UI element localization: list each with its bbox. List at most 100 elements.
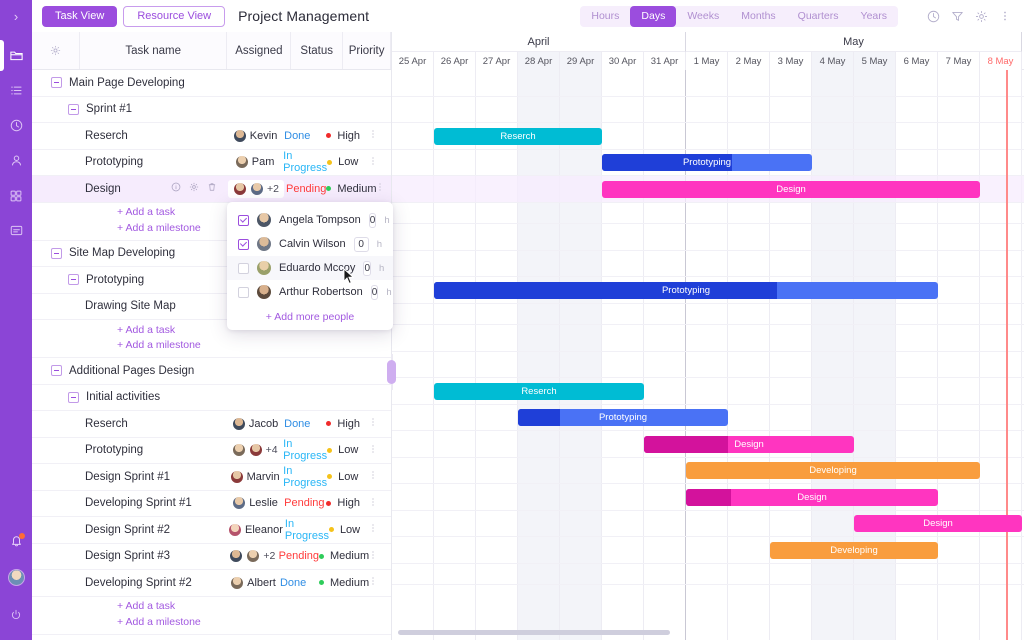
task-group-row[interactable]: Sprint #1 — [32, 97, 391, 124]
panel-splitter-handle[interactable] — [386, 354, 397, 390]
timescale-weeks[interactable]: Weeks — [676, 6, 730, 27]
person-checkbox[interactable] — [238, 263, 249, 274]
table-row[interactable]: Developing Sprint #2AlbertDoneMedium — [32, 570, 391, 597]
person-checkbox[interactable] — [238, 239, 249, 250]
gear-icon[interactable] — [188, 181, 200, 196]
sidebar-item-time[interactable] — [0, 108, 32, 143]
table-row[interactable]: Design Sprint #1MarvinIn ProgressLow — [32, 464, 391, 491]
table-row[interactable]: Developing Sprint #1LesliePendingHigh — [32, 491, 391, 518]
status-badge[interactable]: In Progress — [283, 518, 329, 542]
status-badge[interactable]: In Progress — [281, 438, 327, 462]
collapse-toggle-icon[interactable] — [68, 274, 79, 285]
row-kebab-menu-icon[interactable] — [367, 575, 391, 590]
kebab-menu-icon[interactable] — [994, 5, 1016, 27]
task-group-row[interactable]: Additional Pages Design — [32, 358, 391, 385]
power-button[interactable] — [0, 597, 32, 632]
resource-view-button[interactable]: Resource View — [123, 6, 225, 27]
collapse-toggle-icon[interactable] — [68, 104, 79, 115]
sidebar-item-people[interactable] — [0, 143, 32, 178]
hours-input[interactable]: 0 — [369, 213, 377, 228]
assigned-cell[interactable]: Pam — [228, 155, 281, 169]
status-badge[interactable]: Done — [282, 418, 326, 430]
people-list-item[interactable]: Arthur Robertson0h — [227, 280, 393, 304]
priority-cell[interactable]: Low — [327, 471, 367, 483]
gantt-bar[interactable]: Reserch — [434, 128, 602, 145]
add-task-link[interactable]: + Add a task — [32, 599, 391, 615]
table-row[interactable]: Design Sprint #2EleanorIn ProgressLow — [32, 517, 391, 544]
table-row[interactable]: ReserchJacobDoneHigh — [32, 411, 391, 438]
status-badge[interactable]: Done — [282, 130, 326, 142]
gear-icon[interactable] — [970, 5, 992, 27]
row-kebab-menu-icon[interactable] — [367, 155, 391, 170]
priority-cell[interactable]: Low — [329, 524, 367, 536]
gantt-bar[interactable]: Developing — [686, 462, 980, 479]
task-view-button[interactable]: Task View — [42, 6, 117, 27]
collapse-toggle-icon[interactable] — [68, 392, 79, 403]
hours-input[interactable]: 0 — [354, 237, 369, 252]
priority-cell[interactable]: Low — [327, 156, 367, 168]
gantt-bar[interactable]: Design — [602, 181, 980, 198]
add-more-people-link[interactable]: + Add more people — [227, 304, 393, 326]
people-list-item[interactable]: Angela Tompson0h — [227, 208, 393, 232]
row-kebab-menu-icon[interactable] — [367, 443, 391, 458]
timescale-days[interactable]: Days — [630, 6, 676, 27]
column-header-task-name[interactable]: Task name — [80, 32, 228, 69]
status-badge[interactable]: Pending — [284, 183, 326, 195]
priority-cell[interactable]: Low — [327, 444, 367, 456]
row-kebab-menu-icon[interactable] — [367, 522, 391, 537]
timescale-months[interactable]: Months — [730, 6, 786, 27]
status-badge[interactable]: In Progress — [281, 150, 327, 174]
assigned-cell[interactable]: Eleanor — [228, 523, 283, 537]
row-kebab-menu-icon[interactable] — [367, 496, 391, 511]
priority-cell[interactable]: Medium — [326, 183, 374, 195]
sidebar-item-boards[interactable] — [0, 178, 32, 213]
status-badge[interactable]: Done — [278, 577, 319, 589]
trash-icon[interactable] — [206, 181, 218, 196]
table-row[interactable]: PrototypingPamIn ProgressLow — [32, 150, 391, 177]
priority-cell[interactable]: High — [326, 130, 367, 142]
gantt-bar[interactable]: Design — [854, 515, 1022, 532]
task-group-row[interactable]: Main Page Developing — [32, 70, 391, 97]
task-group-row[interactable]: Initial activities — [32, 385, 391, 412]
assigned-cell[interactable]: +2 — [228, 180, 284, 198]
add-milestone-link[interactable]: + Add a milestone — [32, 614, 391, 630]
row-kebab-menu-icon[interactable] — [367, 416, 391, 431]
person-checkbox[interactable] — [238, 215, 249, 226]
collapse-toggle-icon[interactable] — [51, 77, 62, 88]
scrollbar-thumb[interactable] — [398, 630, 670, 635]
gantt-bar[interactable]: Developing — [770, 542, 938, 559]
status-badge[interactable]: Pending — [277, 550, 319, 562]
row-kebab-menu-icon[interactable] — [367, 469, 391, 484]
assigned-cell[interactable]: +2 — [228, 549, 277, 563]
gantt-bar[interactable]: Design — [686, 489, 938, 506]
collapse-toggle-icon[interactable] — [51, 248, 62, 259]
history-clock-icon[interactable] — [922, 5, 944, 27]
info-icon[interactable] — [170, 181, 182, 196]
assigned-cell[interactable]: Albert — [228, 576, 278, 590]
sidebar-item-messages[interactable] — [0, 213, 32, 248]
column-header-status[interactable]: Status — [291, 32, 343, 69]
column-header-priority[interactable]: Priority — [343, 32, 391, 69]
add-milestone-link[interactable]: + Add a milestone — [32, 338, 391, 354]
row-kebab-menu-icon[interactable] — [367, 128, 391, 143]
sidebar-item-projects[interactable] — [0, 38, 32, 73]
filter-icon[interactable] — [946, 5, 968, 27]
timescale-quarters[interactable]: Quarters — [787, 6, 850, 27]
row-kebab-menu-icon[interactable] — [367, 549, 391, 564]
column-settings-button[interactable] — [32, 32, 80, 69]
assigned-cell[interactable]: Jacob — [228, 417, 282, 431]
column-header-assigned[interactable]: Assigned — [227, 32, 291, 69]
table-row[interactable]: Prototyping+4In ProgressLow — [32, 438, 391, 465]
person-checkbox[interactable] — [238, 287, 249, 298]
people-list-item[interactable]: Calvin Wilson0h — [227, 232, 393, 256]
hours-input[interactable]: 0 — [363, 261, 371, 276]
timescale-years[interactable]: Years — [850, 6, 898, 27]
assigned-cell[interactable]: Kevin — [228, 129, 282, 143]
gantt-bar[interactable]: Design — [644, 436, 854, 453]
table-row[interactable]: Design Sprint #3+2PendingMedium — [32, 544, 391, 571]
priority-cell[interactable]: Medium — [319, 577, 367, 589]
status-badge[interactable]: Pending — [282, 497, 326, 509]
sidebar-item-tasks[interactable] — [0, 73, 32, 108]
priority-cell[interactable]: High — [326, 418, 367, 430]
avatar[interactable] — [0, 560, 32, 595]
